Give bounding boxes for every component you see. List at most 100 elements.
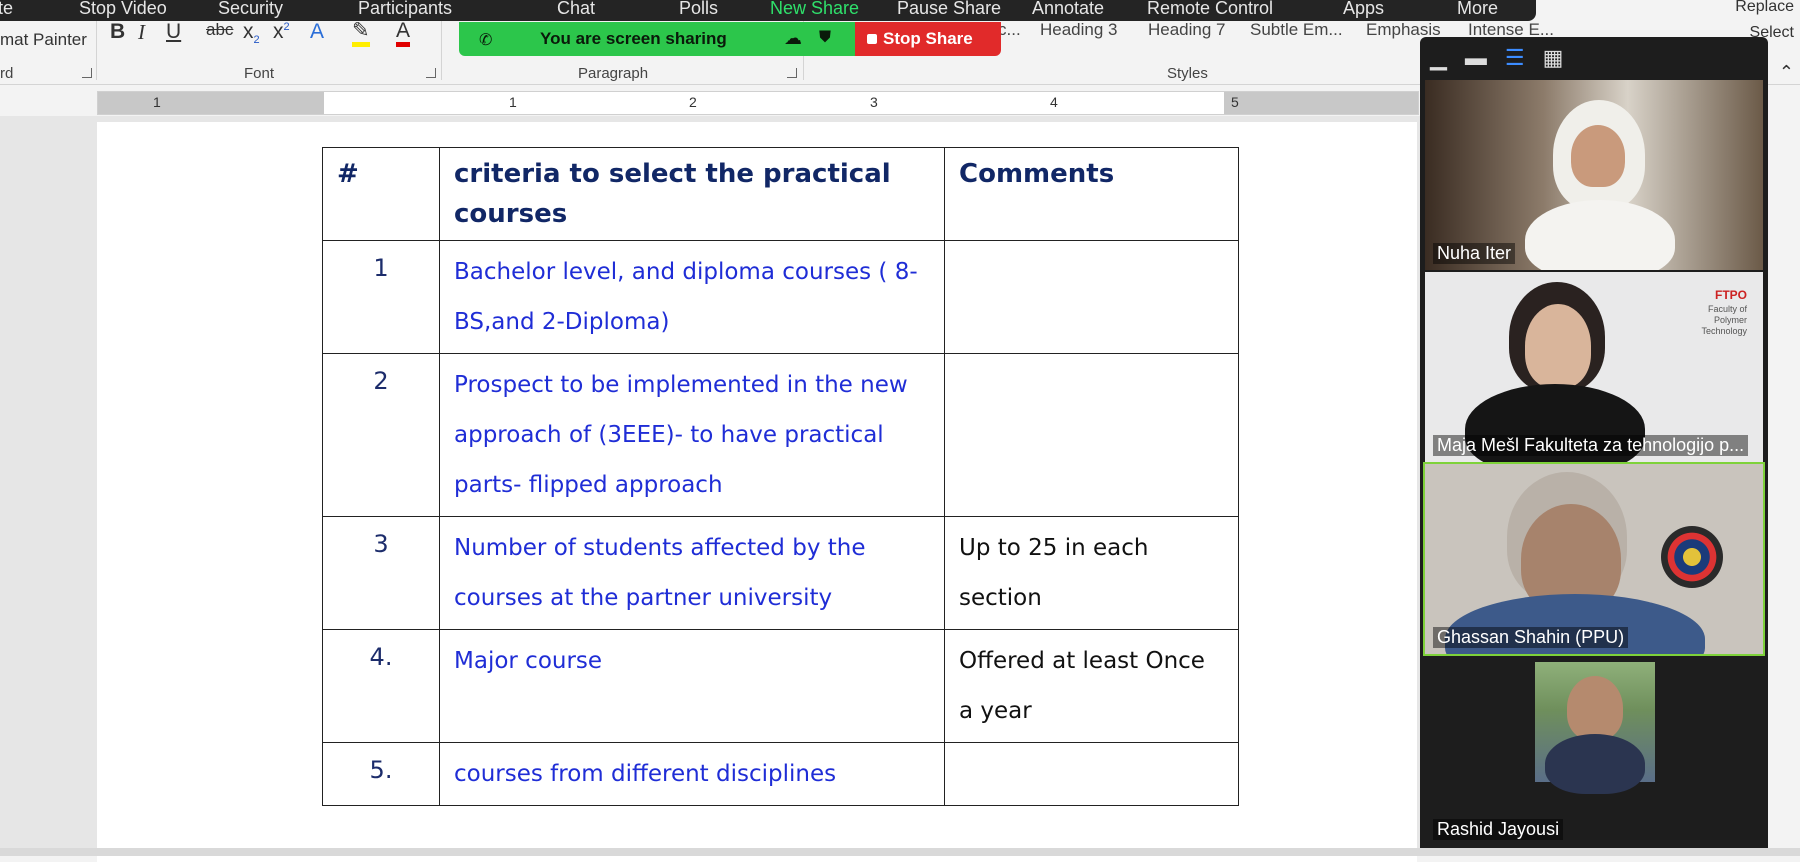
header-cell-criteria[interactable]: criteria to select the practical courses (439, 147, 945, 241)
style-gallery-item[interactable]: c... (998, 20, 1021, 40)
pause-share-button[interactable]: Pause Share (897, 0, 1001, 19)
table-row: 1 Bachelor level, and diploma courses ( … (322, 240, 1239, 354)
stop-video-button[interactable]: Stop Video (79, 0, 167, 19)
participant-name: Nuha Iter (1433, 243, 1516, 264)
row-number-cell[interactable]: 3 (322, 516, 440, 630)
annotate-button[interactable]: Annotate (1032, 0, 1104, 19)
ruler-number: 4 (1050, 94, 1058, 110)
style-gallery-item[interactable]: Subtle Em... (1250, 20, 1343, 40)
comment-cell[interactable] (944, 353, 1239, 517)
speaker-view-icon[interactable]: ☰ (1505, 45, 1525, 71)
row-number-cell[interactable]: 2 (322, 353, 440, 517)
clipboard-group-label: rd (0, 65, 14, 82)
ruler-number: 1 (509, 94, 517, 110)
ruler-number: 1 (153, 94, 161, 110)
text-effects-icon[interactable]: A (310, 20, 324, 44)
criteria-cell[interactable]: Number of students affected by the cours… (439, 516, 945, 630)
criteria-table[interactable]: # criteria to select the practical cours… (322, 147, 1239, 806)
format-painter-button[interactable]: mat Painter (0, 30, 87, 50)
polls-button[interactable]: Polls (679, 0, 718, 19)
chat-button[interactable]: Chat (557, 0, 595, 19)
collapse-ribbon-icon[interactable]: ⌃ (1779, 62, 1794, 83)
paragraph-group-label: Paragraph (578, 65, 649, 82)
participant-name: Ghassan Shahin (PPU) (1433, 627, 1629, 648)
minimize-icon[interactable]: ▁ (1430, 45, 1447, 71)
font-color-icon[interactable]: A (396, 20, 411, 47)
share-status-text: You are screen sharing (540, 29, 727, 48)
criteria-cell[interactable]: Major course (439, 629, 945, 743)
toolbar-item[interactable]: te (0, 0, 13, 19)
comment-cell[interactable] (944, 240, 1239, 354)
highlight-icon[interactable]: ✎ (352, 20, 370, 47)
ftpo-logo: FTPO (1715, 288, 1747, 302)
phone-icon: ✆ (479, 32, 493, 49)
video-tile[interactable]: FTPO Faculty of Polymer Technology Maja … (1425, 272, 1763, 462)
ftpo-logo-brand: FTPO (1715, 288, 1747, 302)
screen-share-banner: ✆ You are screen sharing ☁ ⛊ Stop Share (459, 22, 1001, 56)
header-cell-number[interactable]: # (322, 147, 440, 241)
table-row: 2 Prospect to be implemented in the new … (322, 353, 1239, 517)
comment-cell[interactable]: Up to 25 in each section (944, 516, 1239, 630)
apps-button[interactable]: Apps (1343, 0, 1384, 19)
gallery-view-icon[interactable]: ▦ (1543, 45, 1564, 71)
style-gallery-item[interactable]: Heading 7 (1148, 20, 1226, 40)
status-bar (0, 848, 1800, 856)
superscript-button[interactable]: x2 (273, 20, 290, 44)
clipboard-launcher-icon[interactable] (82, 68, 92, 78)
subscript-button[interactable]: x2 (243, 20, 260, 46)
table-row: 3 Number of students affected by the cou… (322, 516, 1239, 630)
single-view-icon[interactable]: ▬ (1465, 45, 1487, 71)
participants-button[interactable]: Participants (358, 0, 452, 19)
horizontal-ruler[interactable]: 1 1 2 3 4 5 (97, 91, 1419, 115)
italic-button[interactable]: I (138, 20, 145, 45)
criteria-cell[interactable]: Bachelor level, and diploma courses ( 8-… (439, 240, 945, 354)
stop-share-button[interactable]: Stop Share (855, 22, 1001, 56)
stop-share-label: Stop Share (883, 29, 973, 48)
replace-button[interactable]: Replace (1735, 0, 1794, 16)
underline-button[interactable]: U (166, 20, 181, 44)
zoom-share-toolbar: te Stop Video Security Participants Poll… (0, 0, 1536, 21)
participant-name: Maja Mešl Fakulteta za tehnologijo p... (1433, 435, 1749, 456)
video-tile[interactable]: Rashid Jayousi (1425, 656, 1763, 846)
ftpo-logo-line: Faculty of (1707, 304, 1747, 314)
video-tile[interactable]: Nuha Iter (1425, 80, 1763, 270)
stop-icon (867, 34, 877, 44)
ribbon-divider (441, 20, 442, 80)
criteria-cell[interactable]: Prospect to be implemented in the new ap… (439, 353, 945, 517)
ruler-margin (98, 92, 324, 114)
comment-cell[interactable] (944, 742, 1239, 806)
strikethrough-button[interactable]: abc (206, 20, 233, 40)
ftpo-logo-text: Faculty of Polymer Technology (1701, 304, 1747, 337)
participant-body (1545, 734, 1645, 794)
more-button[interactable]: More (1457, 0, 1498, 19)
ruler-number: 2 (689, 94, 697, 110)
remote-control-button[interactable]: Remote Control (1147, 0, 1273, 19)
styles-group-label: Styles (1167, 65, 1208, 82)
ftpo-logo-line: Technology (1701, 326, 1747, 336)
font-group-label: Font (244, 65, 275, 82)
participant-body (1525, 200, 1675, 270)
view-mode-toolbar: ▁ ▬ ☰ ▦ (1430, 45, 1563, 71)
row-number-cell[interactable]: 5. (322, 742, 440, 806)
new-share-button[interactable]: New Share (770, 0, 859, 19)
security-button[interactable]: Security (218, 0, 283, 19)
share-status-bar[interactable]: ✆ You are screen sharing ☁ ⛊ (459, 22, 855, 56)
row-number-cell[interactable]: 4. (322, 629, 440, 743)
video-tile-active-speaker[interactable]: Ghassan Shahin (PPU) (1423, 462, 1765, 656)
ribbon-divider (96, 20, 97, 80)
participant-face (1571, 125, 1625, 187)
table-header-row: # criteria to select the practical cours… (322, 147, 1239, 241)
font-launcher-icon[interactable] (426, 68, 436, 78)
paragraph-launcher-icon[interactable] (787, 68, 797, 78)
dartboard-icon (1661, 526, 1723, 588)
header-cell-comments[interactable]: Comments (944, 147, 1239, 241)
comment-cell[interactable]: Offered at least Once a year (944, 629, 1239, 743)
row-number-cell[interactable]: 1 (322, 240, 440, 354)
table-row: 5. courses from different disciplines (322, 742, 1239, 806)
style-gallery-item[interactable]: Heading 3 (1040, 20, 1118, 40)
shield-icon: ⛊ (819, 29, 832, 46)
ruler-number: 5 (1231, 94, 1239, 110)
participant-face (1525, 304, 1591, 388)
criteria-cell[interactable]: courses from different disciplines (439, 742, 945, 806)
bold-button[interactable]: B (110, 20, 125, 44)
